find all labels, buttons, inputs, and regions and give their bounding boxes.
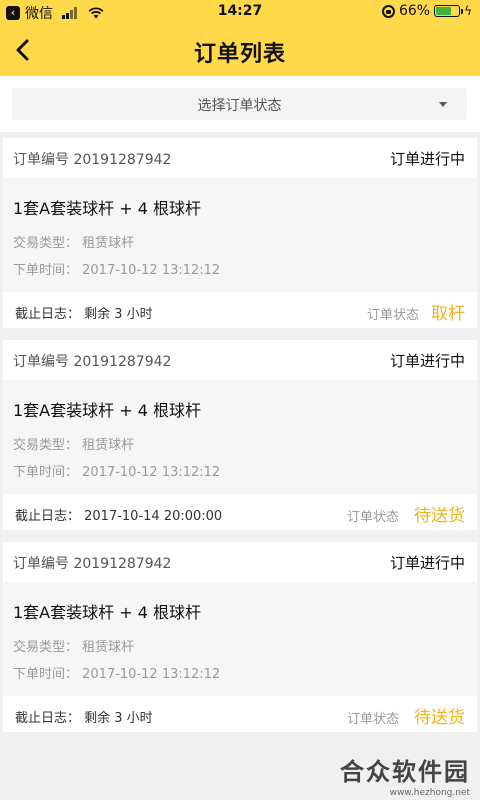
caret-down-icon bbox=[439, 102, 447, 107]
deadline: 截止日志： 剩余 3 小时 bbox=[15, 307, 153, 322]
order-status-label: 订单状态 bbox=[366, 308, 419, 323]
status-bar: ‹ 微信 14:27 66% ϟ bbox=[0, 0, 480, 24]
order-card-header: 订单编号 20191287942 订单进行中 bbox=[3, 138, 477, 178]
battery-percent: 66% bbox=[398, 3, 431, 19]
deadline: 截止日志： 剩余 3 小时 bbox=[15, 711, 153, 726]
trade-type: 交易类型： 租赁球杆 bbox=[13, 640, 135, 655]
order-card-footer: 截止日志： 剩余 3 小时 订单状态 待送货 bbox=[3, 696, 477, 732]
rotation-lock-icon bbox=[381, 4, 395, 18]
order-card[interactable]: 订单编号 20191287942 订单进行中 1套A套装球杆 + 4 根球杆 交… bbox=[3, 542, 477, 732]
order-card-body: 1套A套装球杆 + 4 根球杆 交易类型： 租赁球杆 下单时间： 2017-10… bbox=[3, 582, 477, 696]
order-action-button[interactable]: 取杆 bbox=[431, 299, 465, 324]
status-bar-right: 66% ϟ bbox=[381, 3, 472, 19]
order-action-button[interactable]: 待送货 bbox=[414, 703, 465, 728]
trade-type: 交易类型： 租赁球杆 bbox=[13, 438, 135, 453]
product-name: 1套A套装球杆 + 4 根球杆 bbox=[13, 401, 201, 420]
order-time: 下单时间： 2017-10-12 13:12:12 bbox=[13, 263, 221, 278]
nav-bar: 订单列表 bbox=[0, 24, 480, 76]
product-name: 1套A套装球杆 + 4 根球杆 bbox=[13, 199, 201, 218]
order-number: 订单编号 20191287942 bbox=[13, 556, 172, 572]
order-card[interactable]: 订单编号 20191287942 订单进行中 1套A套装球杆 + 4 根球杆 交… bbox=[3, 138, 477, 328]
order-card[interactable]: 订单编号 20191287942 订单进行中 1套A套装球杆 + 4 根球杆 交… bbox=[3, 340, 477, 530]
watermark: 合众软件园 www.hezhong.net bbox=[330, 752, 470, 798]
order-card-body: 1套A套装球杆 + 4 根球杆 交易类型： 租赁球杆 下单时间： 2017-10… bbox=[3, 178, 477, 292]
deadline: 截止日志： 2017-10-14 20:00:00 bbox=[15, 509, 223, 524]
order-number: 订单编号 20191287942 bbox=[13, 152, 172, 168]
app-header: ‹ 微信 14:27 66% ϟ 订单列表 bbox=[0, 0, 480, 76]
order-time: 下单时间： 2017-10-12 13:12:12 bbox=[13, 667, 221, 682]
product-name: 1套A套装球杆 + 4 根球杆 bbox=[13, 603, 201, 622]
order-number: 订单编号 20191287942 bbox=[13, 354, 172, 370]
order-card-header: 订单编号 20191287942 订单进行中 bbox=[3, 340, 477, 380]
filter-bar: 选择订单状态 bbox=[0, 76, 480, 132]
order-progress-status: 订单进行中 bbox=[389, 352, 465, 370]
order-card-header: 订单编号 20191287942 订单进行中 bbox=[3, 542, 477, 582]
order-progress-status: 订单进行中 bbox=[389, 554, 465, 572]
order-card-footer: 截止日志： 剩余 3 小时 订单状态 取杆 bbox=[3, 292, 477, 328]
order-status-label: 订单状态 bbox=[346, 712, 399, 727]
order-progress-status: 订单进行中 bbox=[389, 150, 465, 168]
watermark-url: www.hezhong.net bbox=[389, 788, 470, 798]
order-status-label: 订单状态 bbox=[346, 510, 399, 525]
order-time: 下单时间： 2017-10-12 13:12:12 bbox=[13, 465, 221, 480]
order-status-select-label: 选择订单状态 bbox=[197, 98, 282, 114]
watermark-logo: 合众软件园 bbox=[340, 758, 470, 786]
order-card-body: 1套A套装球杆 + 4 根球杆 交易类型： 租赁球杆 下单时间： 2017-10… bbox=[3, 380, 477, 494]
page-title: 订单列表 bbox=[193, 42, 286, 67]
battery-icon bbox=[434, 5, 464, 17]
order-action-button[interactable]: 待送货 bbox=[414, 501, 465, 526]
order-status-select[interactable]: 选择订单状态 bbox=[12, 88, 467, 120]
order-card-footer: 截止日志： 2017-10-14 20:00:00 订单状态 待送货 bbox=[3, 494, 477, 530]
charging-icon: ϟ bbox=[464, 4, 472, 18]
trade-type: 交易类型： 租赁球杆 bbox=[13, 236, 135, 251]
